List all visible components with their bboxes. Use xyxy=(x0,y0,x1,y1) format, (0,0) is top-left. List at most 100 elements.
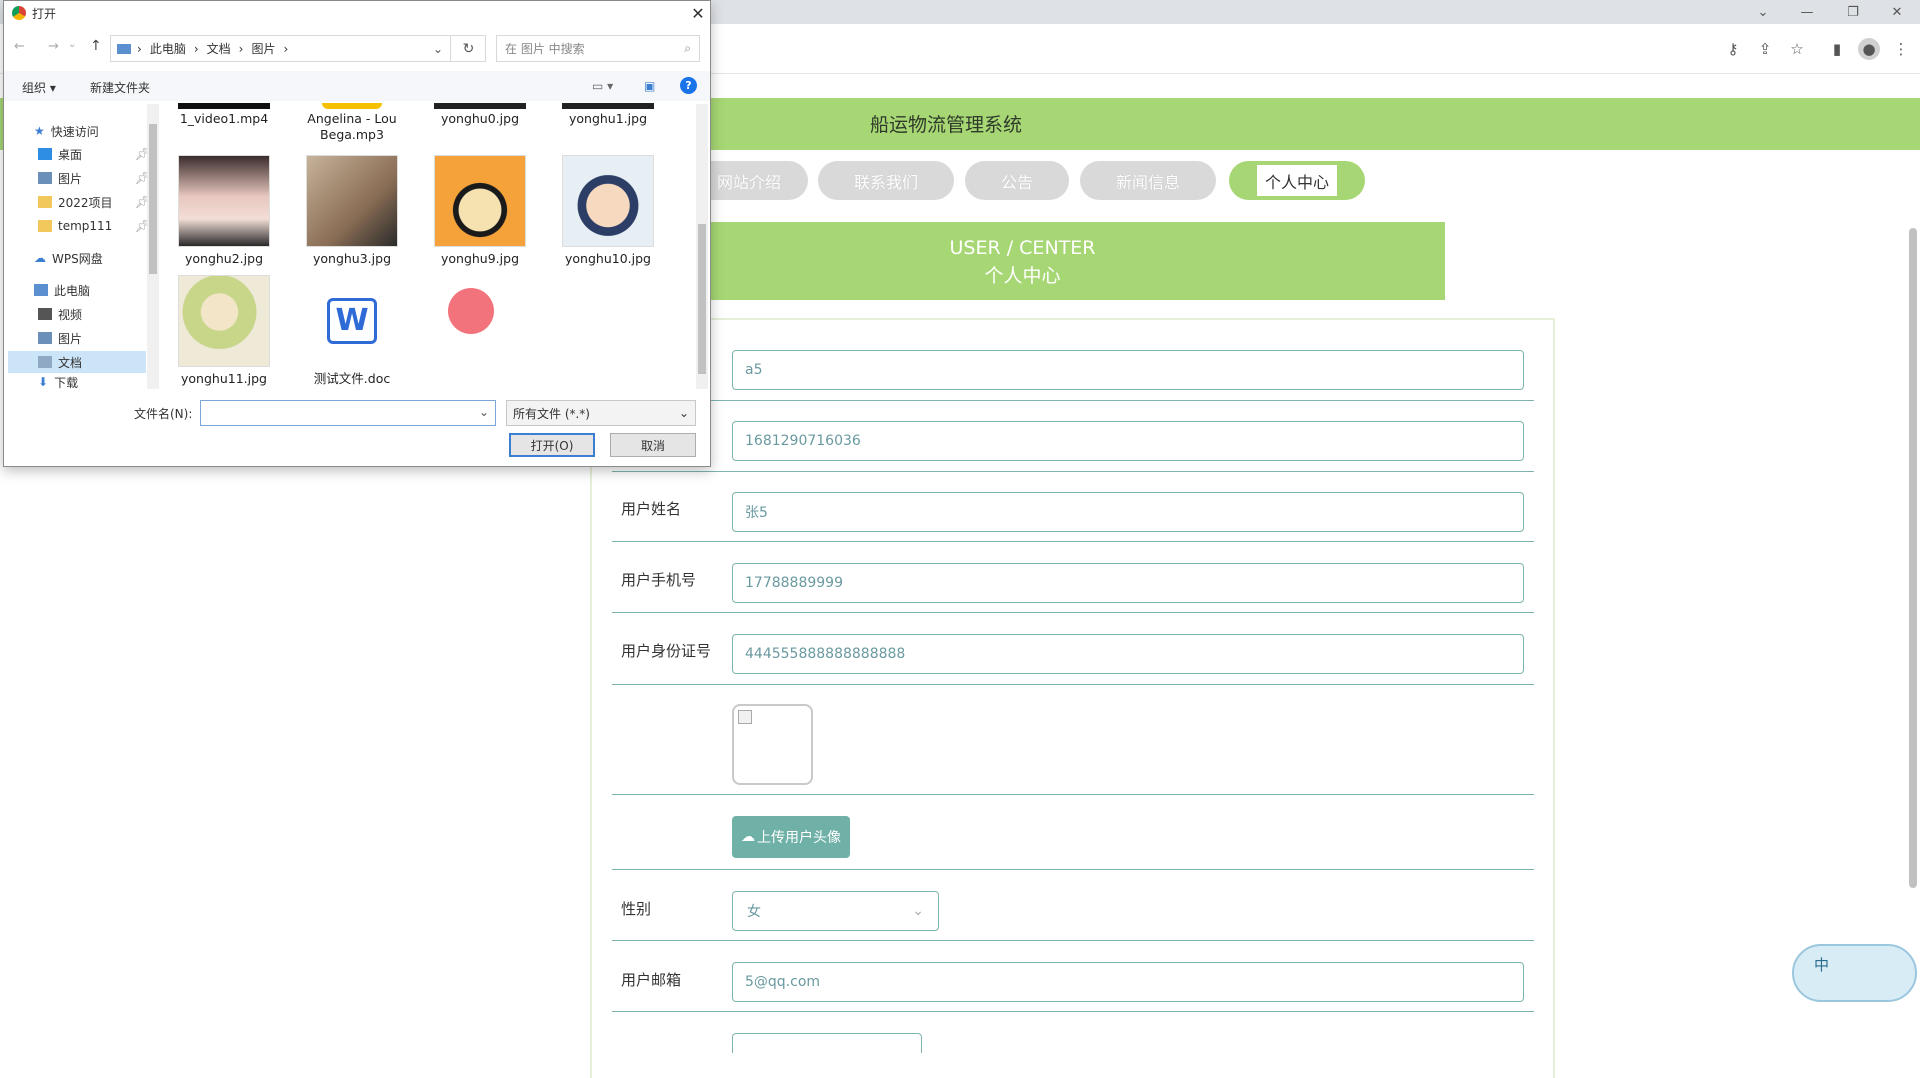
file-item[interactable]: Angelina - Lou Bega.mp3 xyxy=(292,103,412,143)
dropdown-icon[interactable]: ⌄ xyxy=(479,405,489,419)
account-input[interactable]: a5 xyxy=(732,350,1524,390)
view-options-icon[interactable]: ▭ ▾ xyxy=(592,79,613,93)
address-dropdown-icon[interactable]: ⌄ xyxy=(433,42,443,56)
open-button[interactable]: 打开(O) xyxy=(509,433,595,457)
address-bar[interactable]: › 此电脑 › 文档 › 图片 › ⌄ xyxy=(110,35,486,62)
name-label: 用户姓名 xyxy=(621,500,682,518)
nav-label: 公告 xyxy=(992,165,1041,196)
phone-label: 用户手机号 xyxy=(621,571,697,589)
image-thumbnail xyxy=(306,155,398,247)
up-icon[interactable]: ↑ xyxy=(90,38,102,54)
file-list-scrollbar[interactable] xyxy=(696,104,708,389)
organize-button[interactable]: 组织 ▾ xyxy=(22,79,56,96)
breadcrumb-sep: › xyxy=(137,41,142,56)
sex-select[interactable]: 女 ⌄ xyxy=(732,891,939,931)
nav-quick-access[interactable]: ★ 快速访问 xyxy=(34,120,146,142)
name-input[interactable]: 张5 xyxy=(732,492,1524,532)
help-icon[interactable]: ? xyxy=(680,77,697,94)
nav-2022-project[interactable]: 2022项目 📌︎ xyxy=(38,191,150,213)
menu-icon[interactable]: ⋮ xyxy=(1890,38,1912,60)
nav-desktop[interactable]: 桌面 📌︎ xyxy=(38,143,150,165)
row-divider xyxy=(612,541,1534,542)
page-scrollbar-thumb[interactable] xyxy=(1909,228,1917,888)
file-label: yonghu0.jpg xyxy=(440,111,519,126)
nav-wps-cloud[interactable]: ☁ WPS网盘 xyxy=(34,247,146,269)
back-icon[interactable]: ← xyxy=(14,39,25,54)
nav-downloads[interactable]: ⬇ 下载 xyxy=(38,375,150,389)
row-divider xyxy=(612,1011,1534,1012)
nav-documents[interactable]: 文档 xyxy=(8,351,146,373)
file-item[interactable]: W 测试文件.doc xyxy=(292,275,412,387)
file-label: Angelina - Lou Bega.mp3 xyxy=(307,111,397,142)
row-divider xyxy=(612,400,1534,401)
folder-icon xyxy=(38,220,52,232)
breadcrumb-documents[interactable]: 文档 xyxy=(207,40,231,57)
share-icon[interactable]: ⇪ xyxy=(1754,38,1776,60)
row-divider xyxy=(612,471,1534,472)
breadcrumb-this-pc[interactable]: 此电脑 xyxy=(150,40,186,57)
recent-dropdown-icon[interactable]: ⌄ xyxy=(68,39,76,50)
nav-announcement[interactable]: 公告 xyxy=(965,161,1069,200)
file-item[interactable]: yonghu10.jpg xyxy=(548,155,668,267)
nav-item-label: 下载 xyxy=(54,375,79,390)
star-icon: ★ xyxy=(34,124,45,138)
nav-item-label: 快速访问 xyxy=(50,124,99,139)
file-item[interactable]: yonghu3.jpg xyxy=(292,155,412,267)
file-item[interactable]: yonghu0.jpg xyxy=(420,103,540,127)
navigation-pane: ★ 快速访问 桌面 📌︎ 图片 📌︎ 2022项目 📌︎ temp111 📌︎ ☁ WPS网… xyxy=(4,101,159,391)
download-icon: ⬇ xyxy=(38,375,49,389)
nav-pane-scrollbar[interactable] xyxy=(147,104,159,389)
nav-label: 联系我们 xyxy=(845,165,926,196)
tab-search-icon[interactable]: ⌄ xyxy=(1740,0,1786,24)
email-input[interactable]: 5@qq.com xyxy=(732,962,1524,1002)
preview-pane-icon[interactable]: ▣ xyxy=(644,79,655,93)
breadcrumb-pictures[interactable]: 图片 xyxy=(251,40,275,57)
file-item[interactable]: yonghu11.jpg xyxy=(164,275,284,387)
nav-user-center[interactable]: 个人中心 xyxy=(1229,161,1365,200)
ime-widget[interactable]: 中 xyxy=(1792,944,1917,1002)
restore-button[interactable]: ❐ xyxy=(1830,0,1876,24)
sex-value: 女 xyxy=(747,904,761,920)
file-open-dialog: 打开 ✕ ← → ⌄ ↑ › 此电脑 › 文档 › 图片 › ⌄ ↻ 在 图片 … xyxy=(3,0,711,467)
number-input[interactable]: 1681290716036 xyxy=(732,421,1524,461)
video-thumbnail xyxy=(178,103,270,109)
banner-title-cn: 个人中心 xyxy=(984,265,1061,287)
nav-label: 新闻信息 xyxy=(1107,165,1188,196)
row-divider xyxy=(612,940,1534,941)
forward-icon[interactable]: → xyxy=(48,39,59,54)
nav-this-pc[interactable]: 此电脑 xyxy=(34,279,146,301)
next-field-input[interactable] xyxy=(732,1033,922,1053)
site-title: 船运物流管理系统 xyxy=(870,114,1023,136)
cancel-button[interactable]: 取消 xyxy=(610,433,696,457)
filetype-select[interactable]: 所有文件 (*.*) ⌄ xyxy=(506,400,696,426)
nav-videos[interactable]: 视频 xyxy=(38,303,150,325)
id-card-input[interactable]: 444555888888888888 xyxy=(732,634,1524,674)
dialog-close-icon[interactable]: ✕ xyxy=(686,1,710,25)
nav-temp111[interactable]: temp111 📌︎ xyxy=(38,215,150,237)
sidepanel-icon[interactable]: ▮ xyxy=(1826,38,1848,60)
refresh-icon[interactable]: ↻ xyxy=(450,35,486,62)
file-item[interactable]: yonghu9.jpg xyxy=(420,155,540,267)
key-icon[interactable]: ⚷ xyxy=(1722,38,1744,60)
phone-input[interactable]: 17788889999 xyxy=(732,563,1524,603)
new-folder-button[interactable]: 新建文件夹 xyxy=(90,79,150,96)
file-scroll-thumb[interactable] xyxy=(698,224,706,374)
filename-input[interactable]: ⌄ xyxy=(200,400,496,426)
nav-item-label: WPS网盘 xyxy=(52,251,103,266)
nav-label: 网站介绍 xyxy=(708,165,789,196)
file-item[interactable]: yonghu1.jpg xyxy=(548,103,668,127)
star-icon[interactable]: ☆ xyxy=(1786,38,1808,60)
file-label: yonghu10.jpg xyxy=(565,251,651,266)
profile-icon[interactable]: ● xyxy=(1858,38,1880,60)
upload-avatar-button[interactable]: ☁ 上传用户头像 xyxy=(732,816,850,858)
nav-pictures[interactable]: 图片 📌︎ xyxy=(38,167,150,189)
close-window-button[interactable]: ✕ xyxy=(1874,0,1920,24)
minimize-button[interactable]: — xyxy=(1784,0,1830,24)
search-input[interactable]: 在 图片 中搜索 ⌕ xyxy=(496,35,700,62)
nav-contact-us[interactable]: 联系我们 xyxy=(818,161,954,200)
nav-scroll-thumb[interactable] xyxy=(149,124,157,274)
file-item[interactable]: yonghu2.jpg xyxy=(164,155,284,267)
nav-pictures-pc[interactable]: 图片 xyxy=(38,327,150,349)
nav-news[interactable]: 新闻信息 xyxy=(1080,161,1216,200)
file-item[interactable]: 1_video1.mp4 xyxy=(164,103,284,127)
